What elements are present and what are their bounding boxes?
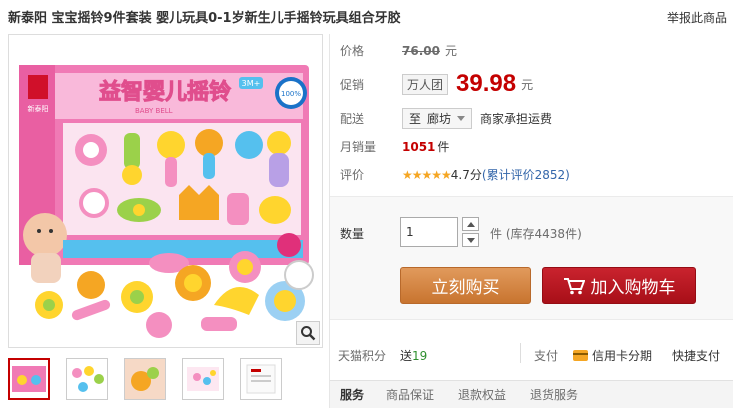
safety-badge: 100% [281,90,301,98]
thumbnail-strip [8,358,282,400]
points-number: 19 [412,349,428,363]
thumbnail-1[interactable] [8,358,50,400]
purchase-box: 数量 1 件 (库存4438件) 立刻购买 加入购物车 [330,196,733,320]
product-title: 新泰阳 宝宝摇铃9件套装 婴儿玩具0-1岁新生儿手摇铃玩具组合牙胶 [8,11,401,26]
promo-tag[interactable]: 万人团 [402,73,449,95]
rating-score: 4.7分 [450,168,482,182]
add-to-cart-button[interactable]: 加入购物车 [542,267,696,304]
box-title: 益智婴儿摇铃 [99,79,231,105]
credit-card-label: 信用卡分期 [592,349,653,363]
tab-product-guarantee[interactable]: 商品保证 [374,381,446,408]
thumbnail-4[interactable] [182,358,224,400]
separator [520,343,521,363]
delivery-city: 廊坊 [427,112,452,126]
points-value: 送19 [400,347,427,364]
magnifier-icon [301,326,316,341]
chevron-down-icon [457,116,466,121]
cart-icon [563,277,585,294]
freight-note: 商家承担运费 [480,112,553,126]
chevron-down-icon [466,237,475,243]
quick-pay[interactable]: 快捷支付 [672,347,720,364]
quantity-decrease-button[interactable] [462,233,479,247]
stock-count: (库存4438件) [505,227,582,241]
delivery-label: 配送 [340,112,365,126]
quantity-label: 数量 [340,227,365,241]
delivery-prefix: 至 [409,112,422,126]
buy-now-button[interactable]: 立刻购买 [400,267,531,304]
payment-label: 支付 [534,349,559,363]
delivery-location-select[interactable]: 至 廊坊 [402,108,473,129]
promo-row: 促销 万人团 39.98 元 [340,70,533,98]
product-illustration: 新泰阳 益智婴儿摇铃 BABY BELL 3M+ 100% [9,35,322,347]
promo-price: 39.98 [456,70,517,97]
sales-row: 月销量 1051 件 [340,138,449,155]
box-subtitle: BABY BELL [135,107,173,115]
star-rating-icon: ★★★★★ [402,167,452,182]
sales-value: 1051 [402,139,436,154]
tab-service[interactable]: 服务 [330,381,374,408]
promo-label: 促销 [340,77,365,92]
tab-refund-rights[interactable]: 退款权益 [446,381,518,408]
age-badge: 3M+ [242,79,261,88]
credit-card-icon [573,350,588,361]
service-tabs: 服务 商品保证 退款权益 退货服务 [330,380,733,408]
add-to-cart-label: 加入购物车 [590,278,676,298]
original-price: 76.00 [402,43,440,58]
thumbnail-3[interactable] [124,358,166,400]
points-payment-row: 天猫积分 送19 支付 信用卡分期 快捷支付 [330,336,733,370]
sales-label: 月销量 [340,140,377,154]
rating-label: 评价 [340,168,365,182]
credit-card-installment[interactable]: 信用卡分期 [573,347,652,364]
main-product-image[interactable]: 新泰阳 益智婴儿摇铃 BABY BELL 3M+ 100% [8,34,323,348]
rating-row: 评价 ★★★★★ 4.7分 (累计评价2852) [340,166,570,183]
price-label: 价格 [340,44,365,58]
price-info-panel: 价格 76.00 元 促销 万人团 39.98 元 配送 至 廊坊 商家承担运费… [330,34,733,194]
currency-unit: 元 [521,77,534,92]
brand-badge: 新泰阳 [28,104,49,113]
delivery-row: 配送 至 廊坊 商家承担运费 [340,108,552,129]
quantity-increase-button[interactable] [462,217,479,231]
report-link[interactable]: 举报此商品 [667,9,727,26]
review-count-link[interactable]: (累计评价2852) [482,166,570,183]
price-row: 价格 76.00 元 [340,42,457,59]
quantity-input[interactable]: 1 [400,217,458,247]
sales-unit: 件 [437,140,450,154]
points-label: 天猫积分 [338,349,387,363]
stock-info: 件 (库存4438件) [490,225,582,242]
quantity-unit: 件 [490,227,503,241]
tab-return-service[interactable]: 退货服务 [518,381,590,408]
currency-unit: 元 [444,44,457,58]
chevron-up-icon [466,221,475,227]
thumbnail-2[interactable] [66,358,108,400]
points-prefix: 送 [400,349,413,363]
thumbnail-5[interactable] [240,358,282,400]
zoom-button[interactable] [296,321,320,345]
